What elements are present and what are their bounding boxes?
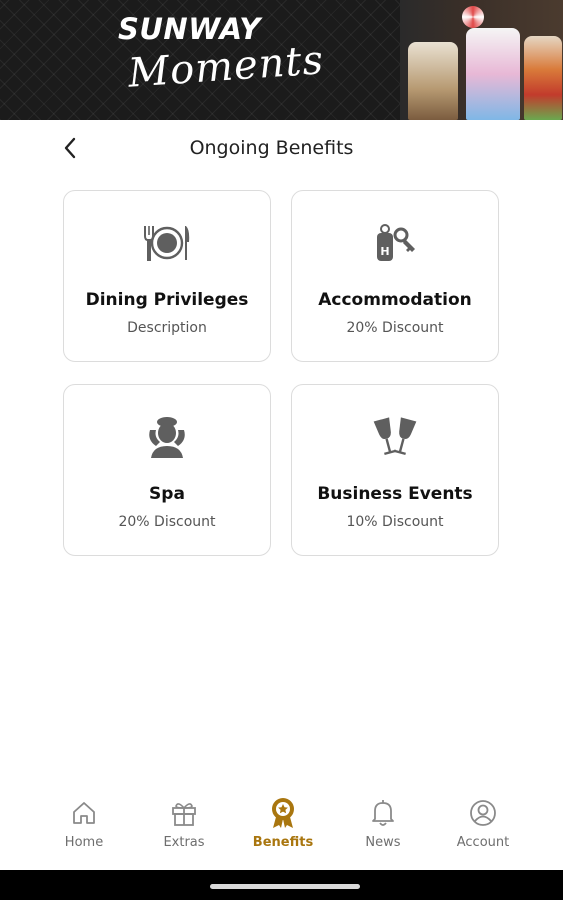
nav-label: Account <box>456 835 510 850</box>
account-icon <box>438 796 528 830</box>
milkshake-image <box>408 42 458 120</box>
nav-label: Extras <box>163 835 205 850</box>
benefit-card-dining[interactable]: Dining Privileges Description <box>63 190 271 362</box>
benefit-subtitle: Description <box>127 320 207 336</box>
header-banner: SUNWAY Moments <box>0 0 563 120</box>
home-icon <box>39 796 129 830</box>
benefit-title: Spa <box>149 484 185 504</box>
benefit-card-accommodation[interactable]: H Accommodation 20% Discount <box>291 190 499 362</box>
benefit-title: Dining Privileges <box>85 290 249 310</box>
nav-label: Home <box>64 835 104 850</box>
nav-item-benefits[interactable]: Benefits <box>238 796 328 850</box>
banner-photo <box>400 0 563 120</box>
svg-text:H: H <box>380 245 389 258</box>
milkshake-image <box>524 36 562 120</box>
benefit-card-business-events[interactable]: Business Events 10% Discount <box>291 384 499 556</box>
spa-icon <box>64 413 270 461</box>
brand-name: SUNWAY <box>118 12 261 46</box>
lollipop-image <box>462 6 484 28</box>
benefit-subtitle: 20% Discount <box>346 320 444 336</box>
nav-label: Benefits <box>252 835 314 850</box>
benefit-title: Accommodation <box>318 290 472 310</box>
bottom-nav: Home Extras Benefits News Account <box>0 788 563 868</box>
hotel-key-icon: H <box>292 219 498 267</box>
nav-item-home[interactable]: Home <box>39 796 129 850</box>
nav-item-news[interactable]: News <box>338 796 428 850</box>
home-indicator[interactable] <box>210 884 360 889</box>
gift-icon <box>139 796 229 830</box>
page-title: Ongoing Benefits <box>189 137 354 159</box>
bell-icon <box>338 796 428 830</box>
milkshake-image <box>466 28 520 120</box>
dining-icon <box>64 219 270 267</box>
brand-script: Moments <box>126 37 326 97</box>
system-nav-bar <box>0 870 563 900</box>
benefit-card-spa[interactable]: Spa 20% Discount <box>63 384 271 556</box>
toast-glasses-icon <box>292 413 498 461</box>
nav-item-account[interactable]: Account <box>438 796 528 850</box>
benefit-subtitle: 20% Discount <box>118 514 216 530</box>
nav-item-extras[interactable]: Extras <box>139 796 229 850</box>
benefit-subtitle: 10% Discount <box>346 514 444 530</box>
award-badge-icon <box>238 796 328 830</box>
nav-label: News <box>365 835 401 850</box>
benefit-title: Business Events <box>317 484 473 504</box>
